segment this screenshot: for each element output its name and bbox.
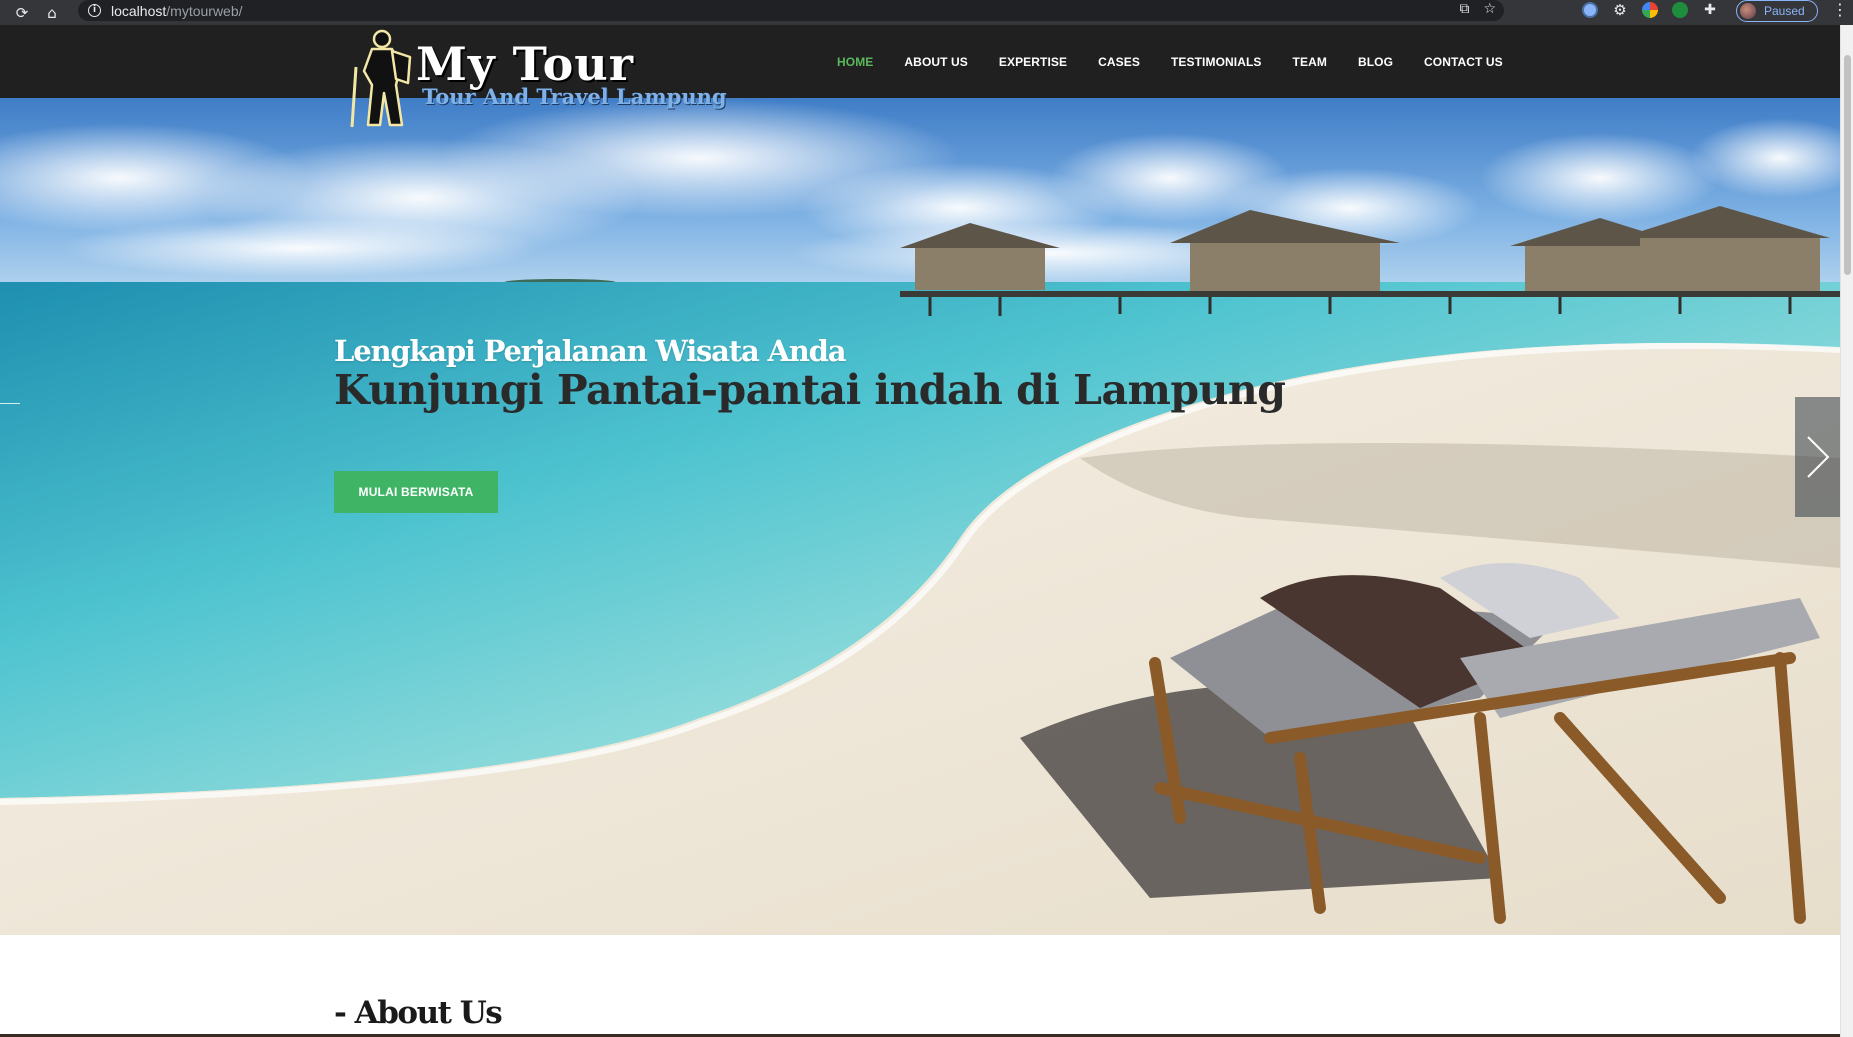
extension-icon[interactable] [1672,2,1688,18]
scrollbar-thumb[interactable] [1844,55,1851,275]
extension-icon[interactable] [1582,2,1598,18]
reload-icon[interactable]: ⟳ [11,2,33,24]
hero-title: Kunjungi Pantai-pantai indah di Lampung [334,366,1286,414]
extension-icon[interactable] [1642,2,1658,18]
url-text[interactable]: localhost/mytourweb/ [111,3,243,19]
page-scrollbar[interactable] [1840,25,1853,1037]
nav-item-expertise[interactable]: EXPERTISE [999,55,1067,69]
site-logo[interactable]: My Tour Tour And Travel Lampung [346,27,766,135]
info-icon[interactable]: i [88,4,101,17]
url-host: localhost [111,2,167,19]
nav-item-cases[interactable]: CASES [1098,55,1140,69]
logo-title: My Tour [416,37,634,91]
hiker-icon [350,29,412,128]
profile-button[interactable]: Paused [1736,0,1818,22]
share-icon[interactable]: ⧉ [1459,1,1469,17]
gear-icon[interactable]: ⚙ [1612,2,1628,18]
hero-slider: Lengkapi Perjalanan Wisata Anda Kunjungi… [0,98,1840,935]
url-path: /mytourweb/ [166,2,243,19]
profile-status: Paused [1764,4,1805,18]
star-icon[interactable]: ☆ [1483,1,1496,17]
logo-subtitle: Tour And Travel Lampung [422,84,727,109]
avatar [1740,3,1756,19]
nav-item-blog[interactable]: BLOG [1358,55,1393,69]
chevron-right-icon[interactable] [1795,397,1840,517]
browser-toolbar: ⟳ ⌂ i localhost/mytourweb/ ⧉ ☆ ⚙ ✚ Pause… [0,0,1853,25]
start-tour-button[interactable]: MULAI BERWISATA [334,471,498,513]
main-nav: HOME ABOUT US EXPERTISE CASES TESTIMONIA… [837,25,1534,98]
about-heading: - About Us [334,995,503,1031]
address-bar[interactable]: i localhost/mytourweb/ ⧉ ☆ [78,0,1504,21]
page-viewport: Lengkapi Perjalanan Wisata Anda Kunjungi… [0,25,1840,1037]
kebab-menu-icon[interactable]: ⋮ [1832,0,1848,19]
site-header: HOME ABOUT US EXPERTISE CASES TESTIMONIA… [0,25,1840,98]
nav-item-contact-us[interactable]: CONTACT US [1424,55,1503,69]
home-icon[interactable]: ⌂ [41,2,63,24]
hero-background-image [0,98,1840,935]
nav-item-team[interactable]: TEAM [1293,55,1327,69]
puzzle-icon[interactable]: ✚ [1702,2,1718,18]
nav-item-home[interactable]: HOME [837,55,873,69]
nav-item-about-us[interactable]: ABOUT US [904,55,967,69]
chevron-left-icon[interactable] [0,353,24,453]
hero-subtitle: Lengkapi Perjalanan Wisata Anda [334,334,847,368]
nav-item-testimonials[interactable]: TESTIMONIALS [1171,55,1262,69]
